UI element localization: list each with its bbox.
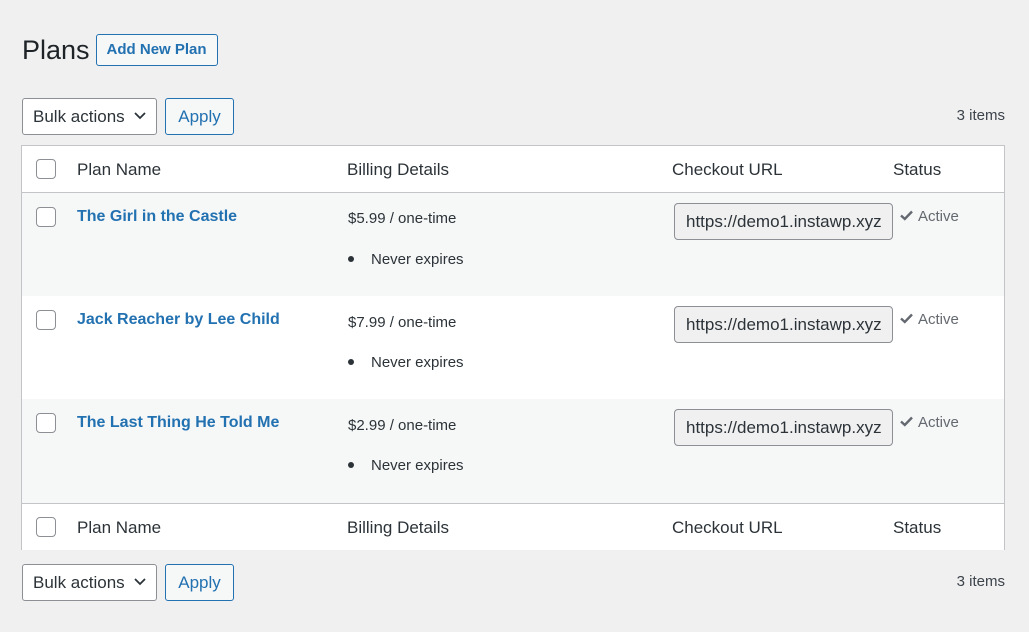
table-row: The Last Thing He Told Me $2.99 / one-ti…	[22, 399, 1004, 503]
plan-name-link[interactable]: The Girl in the Castle	[77, 208, 237, 226]
bullet-icon	[348, 256, 354, 263]
plans-page: Plans Add New Plan Bulk actions Apply 3 …	[0, 0, 1029, 632]
column-footer-checkout-url: Checkout URL	[672, 518, 783, 537]
billing-expiry: Never expires	[348, 251, 464, 268]
billing-price: $7.99 / one-time	[348, 314, 457, 331]
plan-name-link[interactable]: The Last Thing He Told Me	[77, 414, 279, 432]
checkmark-icon	[900, 416, 913, 427]
bullet-icon	[348, 359, 354, 366]
plans-table: Plan Name Billing Details Checkout URL S…	[21, 145, 1005, 550]
billing-price: $5.99 / one-time	[348, 210, 457, 227]
select-all-checkbox-footer[interactable]	[36, 517, 56, 537]
apply-button-top[interactable]: Apply	[165, 98, 234, 135]
table-footer: Plan Name Billing Details Checkout URL S…	[22, 503, 1004, 550]
status-text: Active	[918, 208, 959, 225]
row-checkbox[interactable]	[36, 310, 56, 330]
bulk-actions-select-bottom[interactable]: Bulk actions	[22, 564, 157, 601]
expiry-text: Never expires	[371, 354, 464, 371]
status-text: Active	[918, 311, 959, 328]
table-row: Jack Reacher by Lee Child $7.99 / one-ti…	[22, 296, 1004, 400]
column-header-billing-details: Billing Details	[347, 160, 450, 179]
bullet-icon	[348, 462, 354, 469]
chevron-down-icon	[134, 578, 146, 586]
bulk-actions-label: Bulk actions	[33, 107, 125, 126]
table-row: The Girl in the Castle $5.99 / one-time …	[22, 193, 1004, 297]
column-header-plan-name[interactable]: Plan Name	[77, 160, 161, 180]
page-header: Plans Add New Plan	[22, 32, 218, 68]
status-text: Active	[918, 414, 959, 431]
column-header-status: Status	[893, 160, 942, 179]
billing-expiry: Never expires	[348, 457, 464, 474]
column-footer-billing-details: Billing Details	[347, 518, 450, 537]
expiry-text: Never expires	[371, 457, 464, 474]
column-footer-status: Status	[893, 518, 942, 537]
billing-expiry: Never expires	[348, 354, 464, 371]
bulk-actions-label: Bulk actions	[33, 573, 125, 592]
expiry-text: Never expires	[371, 251, 464, 268]
add-new-plan-button[interactable]: Add New Plan	[95, 34, 218, 66]
bulk-actions-select-top[interactable]: Bulk actions	[22, 98, 157, 135]
tablenav-top: Bulk actions Apply 3 items	[22, 98, 1005, 136]
column-footer-plan-name[interactable]: Plan Name	[77, 518, 161, 538]
status-badge: Active	[900, 311, 959, 328]
items-count-bottom: 3 items	[956, 573, 1005, 590]
checkmark-icon	[900, 210, 913, 221]
billing-price: $2.99 / one-time	[348, 417, 457, 434]
chevron-down-icon	[134, 112, 146, 120]
status-badge: Active	[900, 414, 959, 431]
items-count-top: 3 items	[956, 107, 1005, 124]
checkout-url-field[interactable]: https://demo1.instawp.xyz	[674, 306, 893, 343]
checkmark-icon	[900, 313, 913, 324]
column-header-checkout-url: Checkout URL	[672, 160, 783, 179]
plan-name-link[interactable]: Jack Reacher by Lee Child	[77, 311, 280, 329]
row-checkbox[interactable]	[36, 207, 56, 227]
checkout-url-field[interactable]: https://demo1.instawp.xyz	[674, 203, 893, 240]
table-header: Plan Name Billing Details Checkout URL S…	[22, 146, 1004, 193]
page-title: Plans	[22, 35, 90, 65]
checkout-url-field[interactable]: https://demo1.instawp.xyz	[674, 409, 893, 446]
tablenav-bottom: Bulk actions Apply 3 items	[22, 564, 1005, 602]
apply-button-bottom[interactable]: Apply	[165, 564, 234, 601]
row-checkbox[interactable]	[36, 413, 56, 433]
select-all-checkbox[interactable]	[36, 159, 56, 179]
status-badge: Active	[900, 208, 959, 225]
